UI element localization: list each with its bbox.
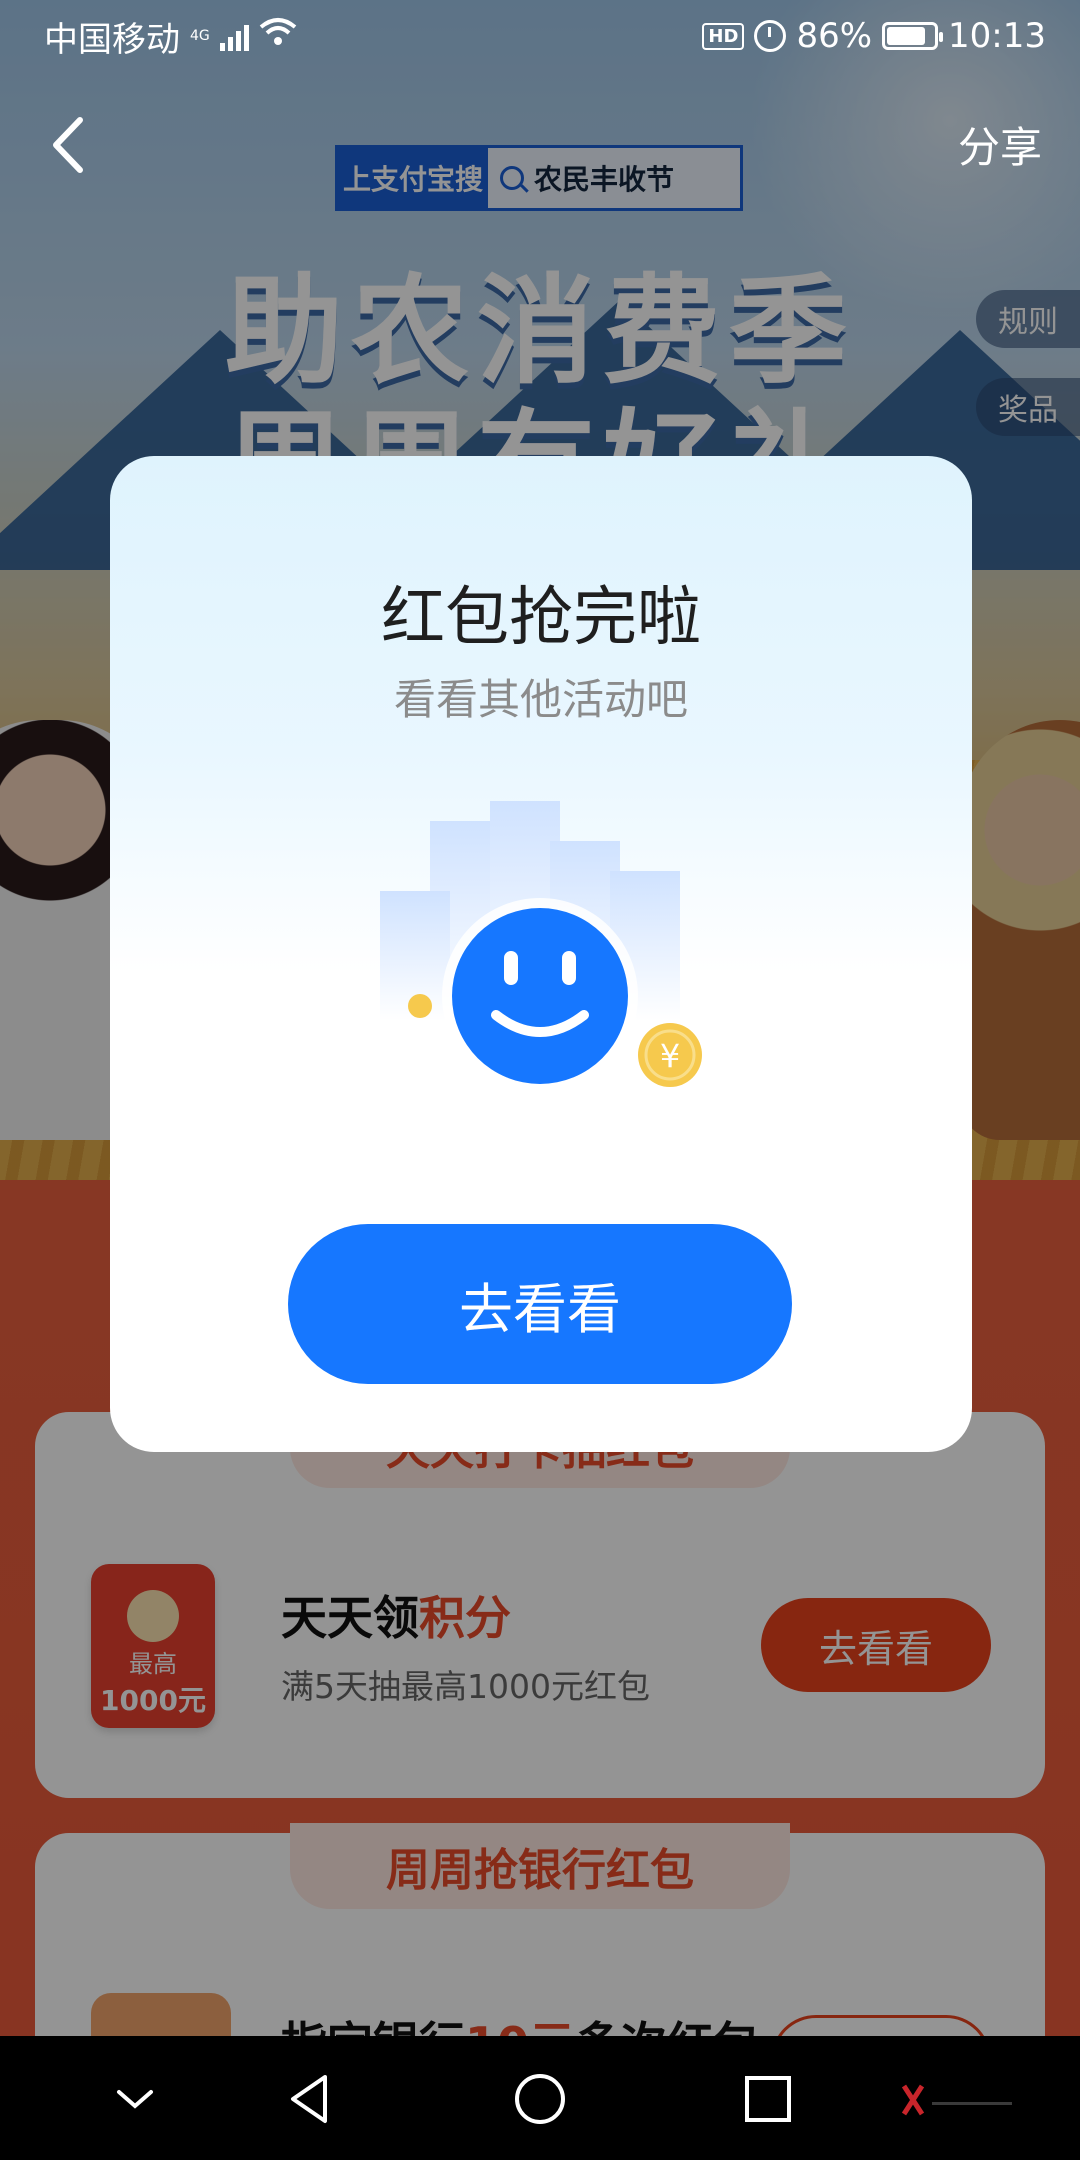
- nav-back-button[interactable]: [270, 2064, 350, 2134]
- hd-icon: HD: [702, 22, 745, 50]
- nav-home-button[interactable]: [500, 2064, 580, 2134]
- square-recents-icon: [745, 2076, 791, 2122]
- back-button[interactable]: [40, 110, 100, 180]
- chevron-down-icon: [117, 2090, 153, 2109]
- alarm-icon: [754, 20, 787, 52]
- network-type: 4G: [190, 28, 210, 44]
- sold-out-dialog: 红包抢完啦 看看其他活动吧 ¥ 去看看: [110, 456, 972, 1452]
- carrier-name: 中国移动: [44, 19, 180, 60]
- watermark-logo: [901, 2084, 1012, 2116]
- small-coin-icon: [408, 994, 432, 1018]
- circle-home-icon: [515, 2074, 565, 2124]
- smiley-face-icon: [452, 908, 628, 1084]
- share-button[interactable]: 分享: [958, 114, 1042, 175]
- chevron-left-icon: [53, 117, 83, 173]
- triangle-back-icon: [291, 2075, 327, 2123]
- smiley-eye: [504, 951, 518, 985]
- go-see-button[interactable]: 去看看: [288, 1224, 792, 1384]
- coin-symbol: ¥: [660, 1037, 680, 1075]
- smiley-coin-illustration: ¥: [380, 801, 702, 1094]
- dialog-title: 红包抢完啦: [381, 581, 701, 655]
- status-right: HD 86% 10:13: [702, 16, 1046, 56]
- clock: 10:13: [948, 16, 1046, 56]
- status-left: 中国移动 4G: [44, 12, 297, 61]
- wifi-icon: [259, 16, 297, 56]
- signal-icon: [219, 21, 249, 51]
- battery-percent: 86%: [796, 16, 873, 56]
- nav-recents-button[interactable]: [728, 2064, 808, 2134]
- system-nav-bar: [0, 2036, 1080, 2160]
- nav-collapse-button[interactable]: [95, 2064, 175, 2134]
- battery-icon: [882, 22, 944, 50]
- smiley-eye: [562, 951, 576, 985]
- screen: 上支付宝搜 农民丰收节 助农消费季 周周有好礼 规则 奖品 天天打卡抽红包 最高…: [0, 0, 1080, 2036]
- status-bar: 中国移动 4G HD 86% 10:13: [0, 0, 1080, 72]
- dialog-subtitle: 看看其他活动吧: [393, 675, 688, 724]
